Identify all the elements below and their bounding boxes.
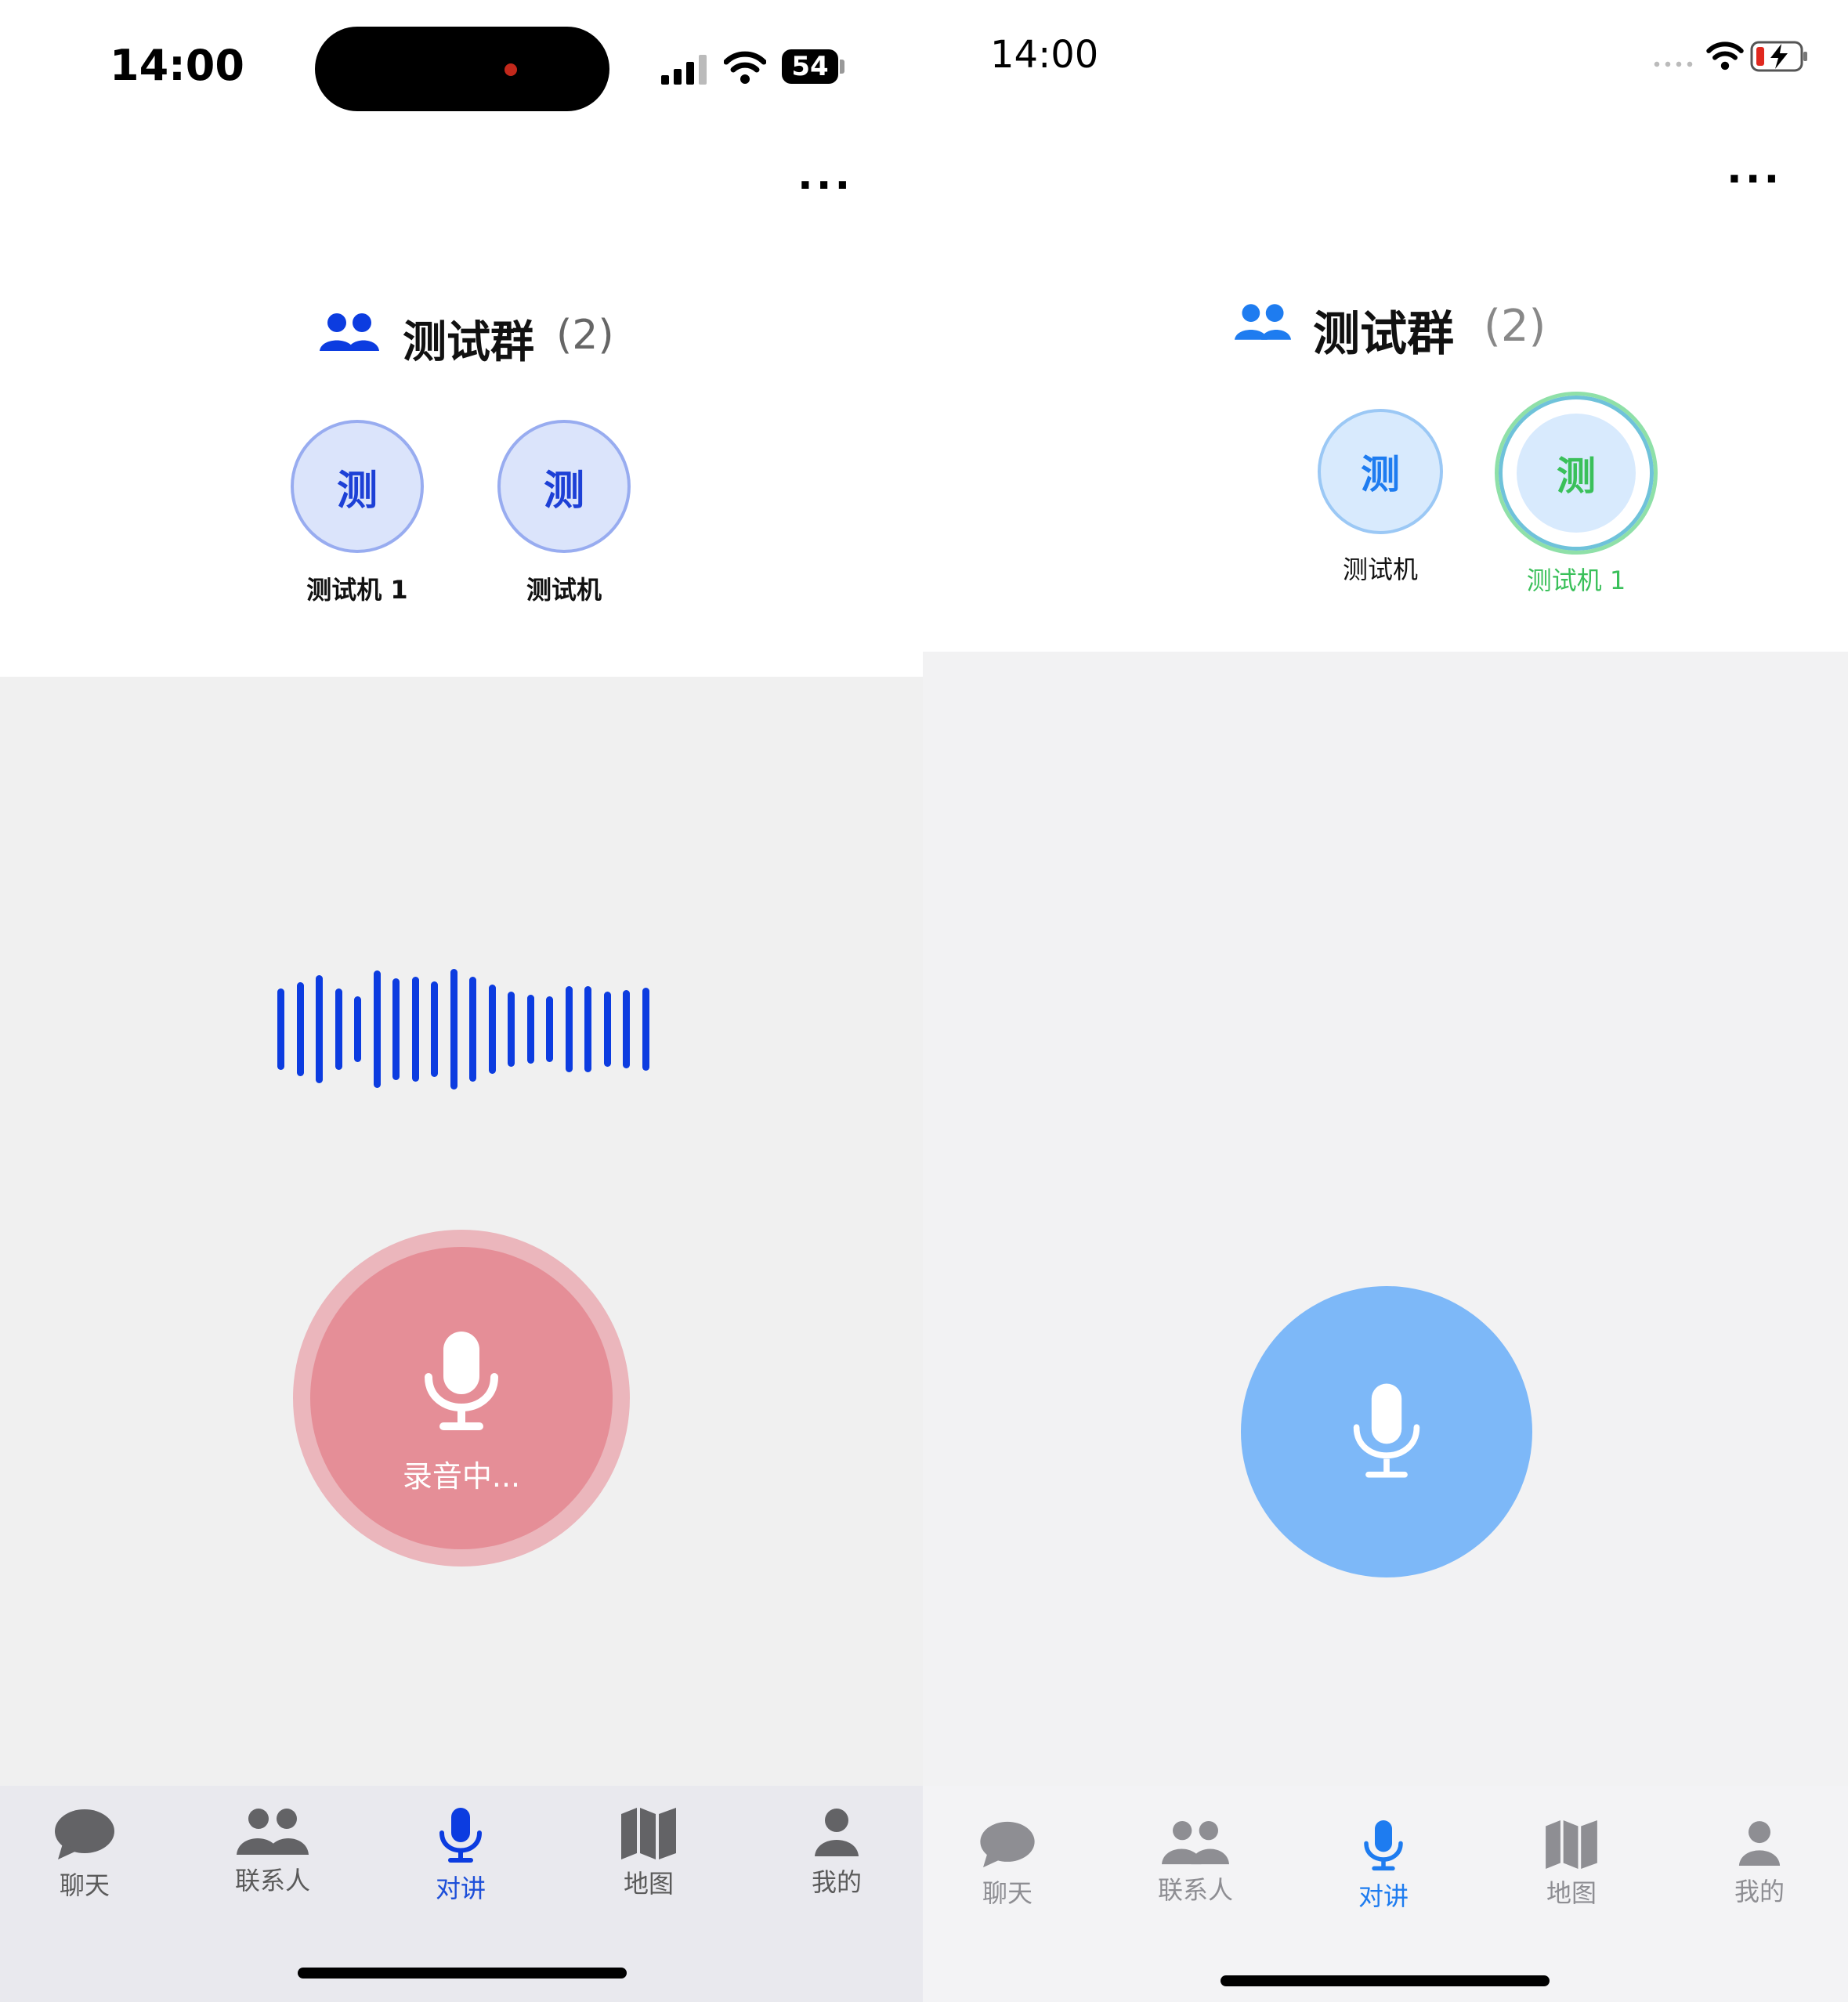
microphone-icon [425, 1332, 498, 1430]
waveform-bar [411, 977, 419, 1082]
battery-level: 54 [791, 51, 829, 82]
waveform-bar [277, 988, 284, 1070]
waveform-bar [488, 985, 496, 1074]
waveform-bar [431, 981, 438, 1077]
member-item[interactable]: 测 测试机 [1286, 409, 1474, 586]
waveform-bar [546, 996, 553, 1062]
member-item[interactable]: 测 测试机 [470, 420, 658, 606]
speaking-ring: 测 [1495, 392, 1658, 555]
tab-label: 我的 [1734, 1877, 1785, 1906]
waveform-bar [450, 969, 457, 1090]
member-avatar: 测 [1517, 414, 1636, 533]
battery-icon: 54 [782, 49, 838, 84]
member-name: 测试机 1 [1526, 566, 1626, 595]
battery-tip [840, 60, 844, 74]
more-button[interactable]: ... [1727, 149, 1782, 190]
recording-indicator-dot [504, 63, 517, 76]
talk-area [923, 652, 1848, 1786]
status-time: 14:00 [990, 33, 1099, 77]
recording-label: 录音中... [402, 1459, 521, 1494]
tab-label: 聊天 [982, 1878, 1032, 1908]
tab-contacts[interactable]: 联系人 [1117, 1820, 1274, 1906]
tab-label: 对讲 [435, 1874, 486, 1903]
tab-label: 聊天 [59, 1870, 110, 1900]
member-avatar: 测 [497, 420, 631, 553]
waveform-bar [623, 990, 630, 1068]
push-to-talk-button[interactable] [1241, 1286, 1532, 1577]
tab-profile[interactable]: 我的 [1681, 1820, 1838, 1908]
left-screen: 14:00 54 ... 测试群 (2) 测 测试机 1 测 测试机 录音中..… [0, 0, 923, 2002]
waveform-bar [565, 986, 573, 1072]
member-item-speaking[interactable]: 测 测试机 1 [1482, 392, 1670, 597]
person-icon [815, 1809, 859, 1856]
status-time: 14:00 [110, 41, 244, 90]
chat-bubble-icon [55, 1809, 114, 1859]
group-name: 测试群 [403, 317, 534, 368]
waveform-bar [373, 970, 381, 1088]
person-icon [1738, 1821, 1781, 1866]
microphone-icon [1364, 1820, 1403, 1871]
right-screen: 14:00 ... 测试群 (2) 测 测试机 测 测试机 1 聊天 联系人 对… [923, 0, 1848, 2002]
waveform-bar [392, 978, 400, 1080]
tab-map[interactable]: 地图 [1493, 1820, 1650, 1910]
waveform-bar [316, 975, 323, 1083]
tab-contacts[interactable]: 联系人 [194, 1808, 351, 1897]
waveform-bar [469, 977, 476, 1082]
member-name: 测试机 1 [306, 575, 408, 605]
tab-talk[interactable]: 对讲 [1305, 1820, 1462, 1913]
group-member-count: (2) [1484, 301, 1546, 352]
tab-label: 对讲 [1358, 1881, 1409, 1911]
wifi-icon [724, 51, 766, 84]
member-avatar: 测 [1318, 409, 1443, 534]
group-member-count: (2) [556, 312, 614, 359]
waveform-bar [508, 992, 515, 1067]
waveform-bar [603, 992, 611, 1067]
map-icon [621, 1808, 676, 1859]
tab-label: 地图 [623, 1869, 674, 1899]
home-indicator [298, 1968, 627, 1979]
wifi-icon [1706, 42, 1744, 70]
member-name: 测试机 [526, 575, 602, 605]
record-button[interactable]: 录音中... [310, 1247, 613, 1549]
waveform-bar [526, 995, 534, 1064]
tab-label: 联系人 [1157, 1875, 1233, 1905]
tab-chat[interactable]: 聊天 [6, 1808, 163, 1902]
tab-profile[interactable]: 我的 [758, 1808, 915, 1899]
group-name: 测试群 [1313, 307, 1454, 362]
battery-charging-icon [1750, 41, 1807, 72]
home-indicator [1221, 1975, 1550, 1986]
microphone-icon [1353, 1383, 1420, 1478]
group-people-icon [1235, 304, 1291, 340]
member-avatar: 测 [291, 420, 424, 553]
waveform-bar [296, 982, 304, 1076]
contacts-icon [237, 1809, 309, 1855]
group-people-icon [320, 313, 379, 351]
tab-label: 地图 [1546, 1878, 1597, 1908]
more-button[interactable]: ... [797, 155, 853, 196]
waveform-bar [642, 988, 649, 1071]
waveform-bar [354, 996, 361, 1062]
map-icon [1546, 1820, 1597, 1869]
dynamic-island [315, 27, 609, 111]
waveform-bar [335, 988, 342, 1070]
cellular-no-signal-icon [1651, 61, 1695, 67]
tab-map[interactable]: 地图 [570, 1808, 727, 1900]
tab-chat[interactable]: 聊天 [929, 1820, 1086, 1910]
audio-waveform [277, 967, 653, 1092]
contacts-icon [1162, 1820, 1229, 1865]
member-name: 测试机 [1342, 555, 1418, 584]
tab-label: 联系人 [234, 1866, 310, 1895]
cellular-signal-icon [661, 55, 707, 85]
tab-bar: 聊天 联系人 对讲 地图 我的 [923, 1786, 1848, 2002]
tab-label: 我的 [811, 1867, 862, 1897]
tab-talk[interactable]: 对讲 [382, 1808, 539, 1905]
member-item[interactable]: 测 测试机 1 [263, 420, 451, 606]
waveform-bar [584, 986, 591, 1072]
talk-area: 录音中... [0, 677, 923, 1786]
chat-bubble-icon [980, 1821, 1035, 1868]
tab-bar: 聊天 联系人 对讲 地图 我的 [0, 1786, 923, 2002]
microphone-icon [439, 1808, 482, 1863]
